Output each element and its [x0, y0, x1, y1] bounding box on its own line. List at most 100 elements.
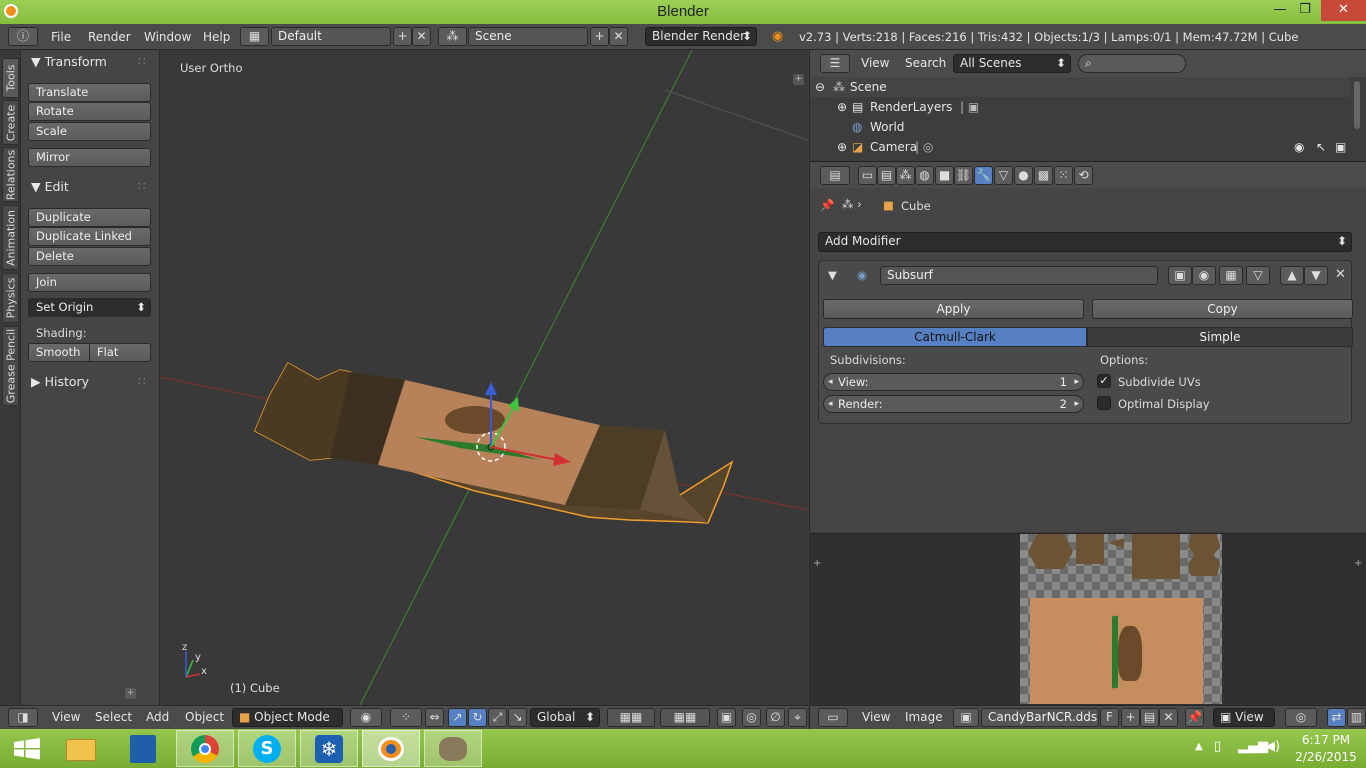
visibility-eye-icon[interactable]: ◉	[1294, 137, 1304, 157]
expand-icon[interactable]: ⊕	[837, 137, 847, 157]
world-tab-icon[interactable]: ◍	[915, 166, 934, 185]
rotate-button[interactable]: Rotate	[28, 102, 151, 121]
open-image-icon[interactable]: ▤	[1140, 708, 1159, 727]
menu-view[interactable]: View	[52, 710, 80, 724]
layout-selector-icon[interactable]: ▦	[240, 27, 269, 46]
layer-buttons-2[interactable]: ▦▦	[660, 708, 710, 727]
pin-icon[interactable]: 📌	[820, 198, 834, 212]
selectable-cursor-icon[interactable]: ↖	[1316, 137, 1326, 157]
pin-image-icon[interactable]: 📌	[1185, 708, 1204, 727]
catmull-clark-button[interactable]: Catmull-Clark	[823, 327, 1087, 347]
taskbar-clock[interactable]: 6:17 PM 2/26/2015	[1292, 733, 1360, 764]
uv-sync-selection-icon[interactable]: ⇄	[1327, 708, 1346, 727]
join-button[interactable]: Join	[28, 273, 151, 292]
increment-arrow-icon[interactable]: ▸	[1074, 374, 1079, 390]
uv-select-mode-icon[interactable]: ▥	[1347, 708, 1366, 727]
cage-toggle-icon[interactable]: ▽	[1246, 266, 1270, 285]
render-layers-tab-icon[interactable]: ▤	[877, 166, 896, 185]
render-levels-field[interactable]: ◂ Render: 2 ▸	[823, 395, 1084, 413]
layout-name-field[interactable]: Default	[271, 27, 391, 46]
task-manager-icon[interactable]	[114, 730, 172, 767]
apply-button[interactable]: Apply	[823, 299, 1084, 319]
viewport-shading-icon[interactable]: ◉	[350, 708, 382, 727]
material-tab-icon[interactable]: ●	[1014, 166, 1033, 185]
render-engine-dropdown[interactable]: Blender Render ⬍	[645, 27, 757, 46]
properties-toggle-icon[interactable]: +	[1354, 558, 1362, 569]
chrome-icon[interactable]	[176, 730, 234, 767]
outliner-search-input[interactable]: ⌕	[1078, 54, 1186, 73]
outliner-menu-search[interactable]: Search	[905, 56, 946, 70]
tab-animation[interactable]: Animation	[2, 205, 19, 270]
view-levels-field[interactable]: ◂ View: 1 ▸	[823, 373, 1084, 391]
skype-icon[interactable]: S	[238, 730, 296, 767]
outliner-row-scene[interactable]: ⊖ ⁂ Scene	[810, 77, 1350, 97]
texture-tab-icon[interactable]: ▩	[1034, 166, 1053, 185]
image-name-field[interactable]: CandyBarNCR.dds	[981, 708, 1099, 727]
image-browse-icon[interactable]: ▣	[953, 708, 979, 727]
close-button[interactable]: ✕	[1321, 0, 1366, 21]
viewport-canvas[interactable]: x y z	[160, 50, 808, 705]
maximize-button[interactable]: ❐	[1291, 0, 1319, 21]
increment-arrow-icon[interactable]: ▸	[1074, 396, 1079, 412]
lock-layers-icon[interactable]: ▣	[717, 708, 736, 727]
new-image-icon[interactable]: +	[1121, 708, 1140, 727]
tab-physics[interactable]: Physics	[2, 273, 19, 323]
pivot-dropdown-icon[interactable]: ◎	[1285, 708, 1317, 727]
panel-expand-icon[interactable]: +	[125, 688, 136, 699]
scene-name-field[interactable]: Scene	[468, 27, 588, 46]
image-mode-dropdown[interactable]: ▣ View	[1213, 708, 1275, 727]
viewport-toggle-eye-icon[interactable]: ◉	[1192, 266, 1216, 285]
flat-button[interactable]: Flat	[89, 343, 151, 362]
drag-handle-icon[interactable]: ∷	[138, 374, 145, 388]
snowflake-app-icon[interactable]: ❄	[300, 730, 358, 767]
device-icon[interactable]: ▯	[1214, 739, 1221, 754]
outliner-menu-view[interactable]: View	[861, 56, 889, 70]
image-menu-image[interactable]: Image	[905, 710, 943, 724]
add-modifier-dropdown[interactable]: Add Modifier ⬍	[818, 232, 1352, 252]
duplicate-linked-button[interactable]: Duplicate Linked	[28, 227, 151, 246]
editor-type-outliner-icon[interactable]: ☰	[820, 54, 850, 73]
pivot-point-dropdown-icon[interactable]: ⁘	[390, 708, 422, 727]
transform-panel-header[interactable]: ▼ Transform	[31, 54, 107, 69]
tab-grease-pencil[interactable]: Grease Pencil	[2, 326, 19, 406]
subdivide-uvs-checkbox[interactable]: ✓	[1097, 374, 1111, 388]
translate-manipulator-icon[interactable]: ↗	[448, 708, 467, 727]
mode-dropdown[interactable]: ■ Object Mode	[232, 708, 343, 727]
blender-taskbar-icon[interactable]	[362, 730, 420, 767]
remove-layout-icon[interactable]: ✕	[412, 27, 431, 46]
particles-tab-icon[interactable]: ⁙	[1054, 166, 1073, 185]
outliner-row-camera[interactable]: ⊕ ◪ Camera | ◎ ◉ ↖ ▣	[810, 137, 1350, 157]
object-tab-icon[interactable]: ■	[935, 166, 954, 185]
tab-create[interactable]: Create	[2, 100, 19, 145]
toolbar-toggle-icon[interactable]: +	[813, 558, 821, 569]
modifiers-tab-wrench-icon[interactable]: 🔧	[974, 166, 993, 185]
set-origin-dropdown[interactable]: Set Origin ⬍	[28, 298, 151, 317]
menu-select[interactable]: Select	[95, 710, 132, 724]
editor-type-image-icon[interactable]: ▭	[818, 708, 848, 727]
renderable-camera-icon[interactable]: ▣	[1335, 137, 1346, 157]
outliner-row-world[interactable]: ◍ World	[810, 117, 1350, 137]
copy-button[interactable]: Copy	[1092, 299, 1353, 319]
fake-user-button[interactable]: F	[1100, 708, 1119, 727]
collapse-arrow-icon[interactable]: ▼	[828, 268, 837, 282]
gimp-icon[interactable]	[424, 730, 482, 767]
optimal-display-checkbox[interactable]	[1097, 396, 1111, 410]
mirror-button[interactable]: Mirror	[28, 148, 151, 167]
drag-handle-icon[interactable]: ∷	[138, 179, 145, 193]
editor-type-info-icon[interactable]: ⓘ	[8, 27, 38, 46]
modifier-name-field[interactable]: Subsurf	[880, 266, 1158, 285]
move-down-icon[interactable]: ▼	[1304, 266, 1328, 285]
duplicate-button[interactable]: Duplicate	[28, 208, 151, 227]
z-arrow-head[interactable]	[485, 382, 497, 395]
simple-button[interactable]: Simple	[1087, 327, 1353, 347]
menu-file[interactable]: File	[51, 30, 71, 44]
constraints-tab-icon[interactable]: ⛓	[954, 166, 973, 185]
scale-button[interactable]: Scale	[28, 122, 151, 141]
image-menu-view[interactable]: View	[862, 710, 890, 724]
image-canvas[interactable]	[1020, 534, 1222, 704]
rotate-manipulator-icon[interactable]: ↻	[468, 708, 487, 727]
render-toggle-camera-icon[interactable]: ▣	[1168, 266, 1192, 285]
display-mode-dropdown[interactable]: All Scenes ⬍	[953, 54, 1071, 73]
scene-tab-icon[interactable]: ⁂	[896, 166, 915, 185]
remove-scene-icon[interactable]: ✕	[609, 27, 628, 46]
